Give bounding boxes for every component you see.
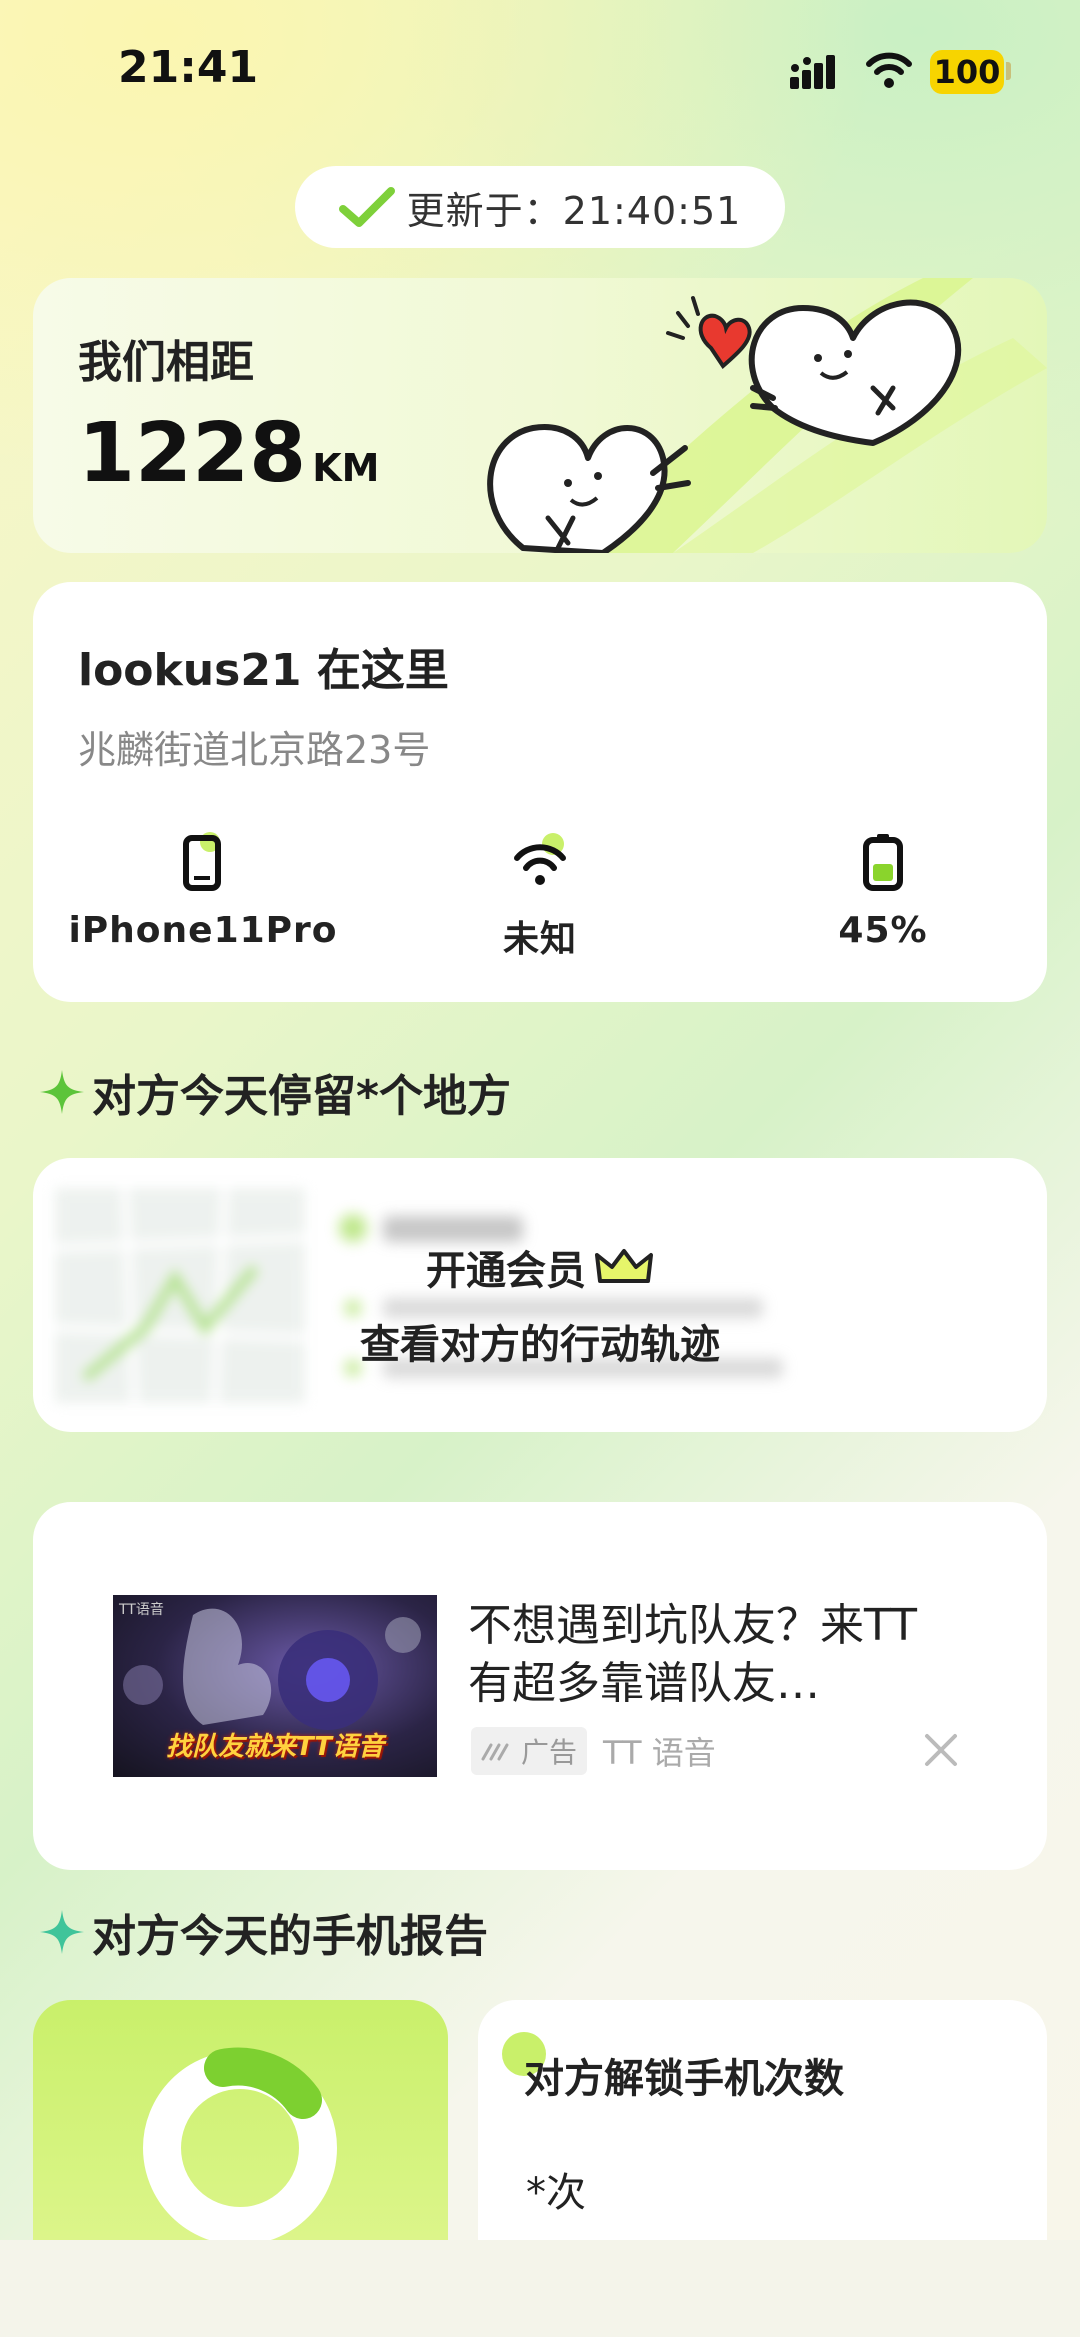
vip-line1: 开通会员 xyxy=(426,1238,654,1296)
sparkle-icon xyxy=(40,1070,84,1114)
unlock-count-card[interactable]: 对方解锁手机次数 *次 xyxy=(478,2000,1047,2240)
ad-badge-label: 广告 xyxy=(521,1736,578,1769)
distance-value: 1228 KM xyxy=(78,406,380,501)
cellular-signal-icon xyxy=(790,55,835,89)
track-card[interactable]: 开通会员 查看对方的行动轨迹 xyxy=(33,1158,1047,1432)
phone-icon xyxy=(183,832,221,891)
battery-indicator: 100 xyxy=(930,50,1004,94)
section-places-label: 对方今天停留*个地方 xyxy=(92,1071,512,1122)
ad-image-logo: TT语音 xyxy=(119,1602,164,1618)
device-stat: iPhone11Pro xyxy=(63,832,343,951)
location-address: 兆麟街道北京路23号 xyxy=(78,728,431,772)
unlock-count-value: *次 xyxy=(526,2170,586,2216)
battery-icon xyxy=(863,834,903,891)
ad-badge: 广告 xyxy=(471,1727,588,1775)
section-report-label: 对方今天的手机报告 xyxy=(92,1911,488,1962)
sparkle-icon xyxy=(40,1910,84,1954)
vip-prompt[interactable]: 开通会员 查看对方的行动轨迹 xyxy=(33,1238,1047,1370)
battery-stat: 45% xyxy=(743,832,1023,951)
network-stat: 未知 xyxy=(400,832,680,962)
device-model: iPhone11Pro xyxy=(68,910,338,951)
update-time-label: 更新于：21:40:51 xyxy=(406,188,742,233)
ad-meta: 广告 TT 语音 xyxy=(471,1727,716,1775)
usage-ring xyxy=(143,2047,337,2240)
location-card[interactable]: lookus21 在这里 兆麟街道北京路23号 iPhone11Pro 未知 4… xyxy=(33,582,1047,1002)
check-icon xyxy=(338,187,395,227)
ad-image-caption: 找队友就来TT语音 xyxy=(165,1732,385,1762)
bottom-area xyxy=(0,2240,1080,2337)
ad-source: TT 语音 xyxy=(603,1734,716,1772)
distance-label: 我们相距 xyxy=(78,337,254,388)
ad-card[interactable]: TT语音 找队友就来TT语音 不想遇到坑队友？来TT 有超多靠谱队友… 广告 T… xyxy=(33,1502,1047,1870)
section-report-title: 对方今天的手机报告 xyxy=(38,1900,488,1964)
crown-icon xyxy=(595,1249,653,1283)
vip-line2: 查看对方的行动轨迹 xyxy=(360,1322,720,1368)
battery-level: 45% xyxy=(838,910,928,951)
ad-image[interactable]: TT语音 找队友就来TT语音 xyxy=(113,1595,437,1777)
network-status: 未知 xyxy=(502,919,577,960)
status-time: 21:41 xyxy=(118,42,259,93)
section-places-title: 对方今天停留*个地方 xyxy=(38,1060,511,1124)
close-icon[interactable] xyxy=(921,1730,961,1770)
wifi-icon xyxy=(514,833,566,885)
unlock-count-title: 对方解锁手机次数 xyxy=(524,2056,844,2102)
ad-mark-icon xyxy=(481,1743,509,1761)
location-title: lookus21 在这里 xyxy=(78,645,449,696)
vip-open-label: 开通会员 xyxy=(426,1248,586,1294)
wifi-status-icon xyxy=(866,52,912,88)
ad-title[interactable]: 不想遇到坑队友？来TT 有超多靠谱队友… xyxy=(468,1597,968,1713)
update-time-pill[interactable]: 更新于：21:40:51 xyxy=(295,166,785,248)
report-ring-card[interactable] xyxy=(33,2000,448,2240)
distance-number: 1228 xyxy=(78,406,307,501)
status-bar: 21:41 100 xyxy=(0,0,1080,140)
hearts-illustration xyxy=(487,278,1047,553)
distance-card: 我们相距 1228 KM xyxy=(33,278,1047,553)
battery-tip xyxy=(1006,62,1011,80)
distance-unit: KM xyxy=(312,446,380,490)
